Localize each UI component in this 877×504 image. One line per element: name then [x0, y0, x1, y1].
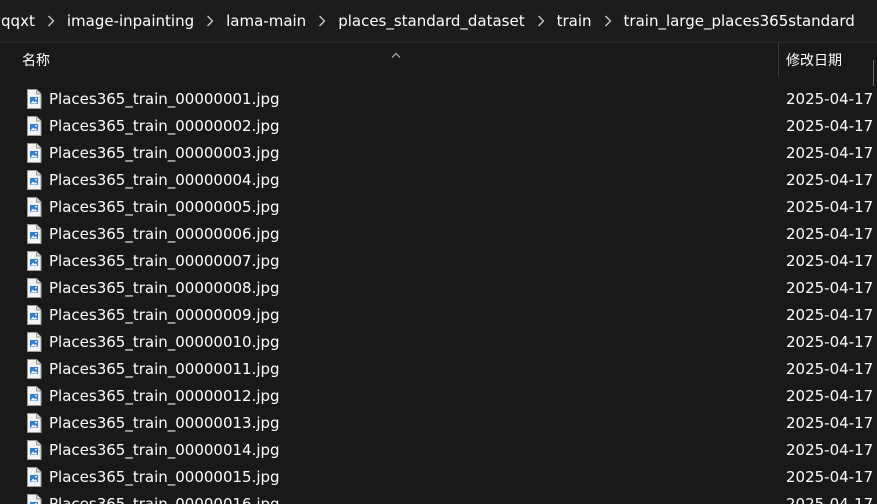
file-date-modified: 2025-04-17 [786, 306, 874, 324]
file-name: Places365_train_00000007.jpg [49, 252, 280, 270]
file-row[interactable]: Places365_train_00000015.jpg 2025-04-17 [0, 464, 877, 491]
file-name: Places365_train_00000001.jpg [49, 90, 280, 108]
jpg-image-file-icon [26, 467, 42, 487]
file-name: Places365_train_00000005.jpg [49, 198, 280, 216]
file-date-modified: 2025-04-17 [786, 225, 874, 243]
jpg-image-file-icon [26, 251, 42, 271]
column-divider[interactable] [778, 43, 779, 77]
file-date-modified: 2025-04-17 [786, 279, 874, 297]
chevron-right-icon[interactable] [196, 0, 224, 42]
file-row[interactable]: Places365_train_00000002.jpg 2025-04-17 [0, 113, 877, 140]
file-row[interactable]: Places365_train_00000008.jpg 2025-04-17 [0, 275, 877, 302]
file-date-modified: 2025-04-17 [786, 387, 874, 405]
column-header: 名称 修改日期 [0, 43, 877, 80]
file-row[interactable]: Places365_train_00000004.jpg 2025-04-17 [0, 167, 877, 194]
file-date-modified: 2025-04-17 [786, 414, 874, 432]
file-date-modified: 2025-04-17 [786, 468, 874, 486]
file-row[interactable]: Places365_train_00000006.jpg 2025-04-17 [0, 221, 877, 248]
jpg-image-file-icon [26, 359, 42, 379]
file-row[interactable]: Places365_train_00000016.jpg 2025-04-17 [0, 491, 877, 504]
file-name: Places365_train_00000006.jpg [49, 225, 280, 243]
jpg-image-file-icon [26, 116, 42, 136]
file-date-modified: 2025-04-17 [786, 441, 874, 459]
file-name: Places365_train_00000002.jpg [49, 117, 280, 135]
file-name: Places365_train_00000013.jpg [49, 414, 280, 432]
jpg-image-file-icon [26, 494, 42, 504]
jpg-image-file-icon [26, 224, 42, 244]
breadcrumb-item-places-standard-dataset[interactable]: places_standard_dataset [336, 0, 526, 42]
file-date-modified: 2025-04-17 [786, 198, 874, 216]
breadcrumb: ome qqxt image-inpainting lama-main plac… [0, 0, 877, 43]
jpg-image-file-icon [26, 440, 42, 460]
breadcrumb-item-lama-main[interactable]: lama-main [224, 0, 308, 42]
jpg-image-file-icon [26, 89, 42, 109]
file-date-modified: 2025-04-17 [786, 144, 874, 162]
jpg-image-file-icon [26, 305, 42, 325]
jpg-image-file-icon [26, 413, 42, 433]
file-name: Places365_train_00000015.jpg [49, 468, 280, 486]
breadcrumb-item-current-folder[interactable]: train_large_places365standard [622, 0, 857, 42]
file-row[interactable]: Places365_train_00000005.jpg 2025-04-17 [0, 194, 877, 221]
file-date-modified: 2025-04-17 [786, 90, 874, 108]
chevron-right-icon[interactable] [527, 0, 555, 42]
file-row[interactable]: Places365_train_00000010.jpg 2025-04-17 [0, 329, 877, 356]
file-name: Places365_train_00000004.jpg [49, 171, 280, 189]
file-row[interactable]: Places365_train_00000012.jpg 2025-04-17 [0, 383, 877, 410]
breadcrumb-track: ome qqxt image-inpainting lama-main plac… [0, 0, 857, 42]
file-date-modified: 2025-04-17 [786, 495, 874, 504]
file-name: Places365_train_00000008.jpg [49, 279, 280, 297]
file-name: Places365_train_00000011.jpg [49, 360, 280, 378]
file-name: Places365_train_00000010.jpg [49, 333, 280, 351]
column-header-date-modified[interactable]: 修改日期 [786, 43, 842, 80]
file-row[interactable]: Places365_train_00000007.jpg 2025-04-17 [0, 248, 877, 275]
jpg-image-file-icon [26, 170, 42, 190]
breadcrumb-item-image-inpainting[interactable]: image-inpainting [65, 0, 196, 42]
file-name: Places365_train_00000012.jpg [49, 387, 280, 405]
chevron-right-icon[interactable] [594, 0, 622, 42]
jpg-image-file-icon [26, 143, 42, 163]
file-row[interactable]: Places365_train_00000003.jpg 2025-04-17 [0, 140, 877, 167]
scrollbar-thumb[interactable] [873, 60, 874, 86]
file-date-modified: 2025-04-17 [786, 333, 874, 351]
sort-ascending-icon [391, 44, 401, 63]
file-row[interactable]: Places365_train_00000011.jpg 2025-04-17 [0, 356, 877, 383]
breadcrumb-item-train[interactable]: train [555, 0, 594, 42]
jpg-image-file-icon [26, 332, 42, 352]
file-list: Places365_train_00000001.jpg 2025-04-17 … [0, 86, 877, 504]
file-date-modified: 2025-04-17 [786, 252, 874, 270]
file-date-modified: 2025-04-17 [786, 360, 874, 378]
file-explorer-window: ome qqxt image-inpainting lama-main plac… [0, 0, 877, 504]
file-row[interactable]: Places365_train_00000014.jpg 2025-04-17 [0, 437, 877, 464]
file-name: Places365_train_00000016.jpg [49, 495, 280, 504]
file-name: Places365_train_00000009.jpg [49, 306, 280, 324]
file-date-modified: 2025-04-17 [786, 117, 874, 135]
breadcrumb-item-qqxt[interactable]: qqxt [0, 0, 37, 42]
chevron-right-icon[interactable] [37, 0, 65, 42]
file-row[interactable]: Places365_train_00000009.jpg 2025-04-17 [0, 302, 877, 329]
jpg-image-file-icon [26, 386, 42, 406]
file-name: Places365_train_00000014.jpg [49, 441, 280, 459]
jpg-image-file-icon [26, 197, 42, 217]
column-header-name[interactable]: 名称 [22, 43, 50, 80]
file-row[interactable]: Places365_train_00000013.jpg 2025-04-17 [0, 410, 877, 437]
file-row[interactable]: Places365_train_00000001.jpg 2025-04-17 [0, 86, 877, 113]
jpg-image-file-icon [26, 278, 42, 298]
file-date-modified: 2025-04-17 [786, 171, 874, 189]
chevron-right-icon[interactable] [308, 0, 336, 42]
file-name: Places365_train_00000003.jpg [49, 144, 280, 162]
